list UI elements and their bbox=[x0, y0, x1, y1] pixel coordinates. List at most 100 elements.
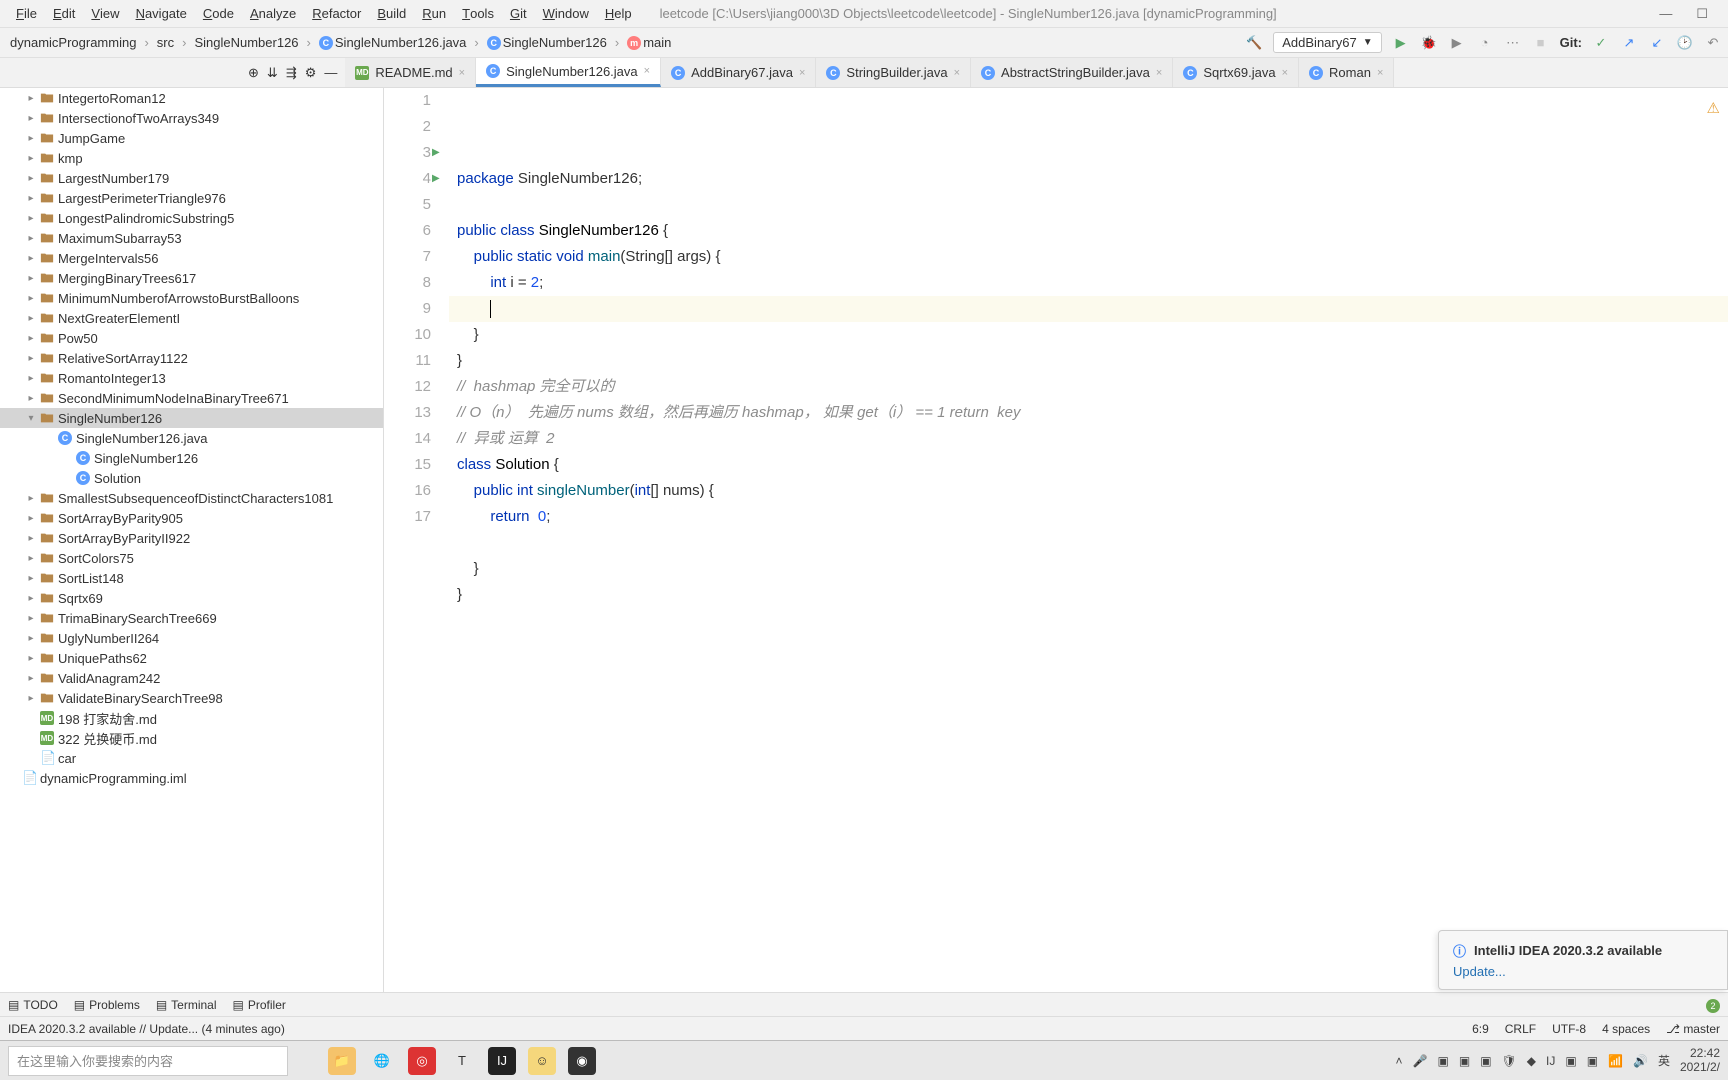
tray-app7-icon[interactable]: ▣ bbox=[1587, 1054, 1598, 1068]
git-push-icon[interactable]: ↗ bbox=[1620, 34, 1638, 52]
tree-item-Pow50[interactable]: ▸Pow50 bbox=[0, 328, 383, 348]
tree-item-car[interactable]: 📄car bbox=[0, 748, 383, 768]
tree-item-SecondMinimumNodeInaBinaryTree671[interactable]: ▸SecondMinimumNodeInaBinaryTree671 bbox=[0, 388, 383, 408]
app-red-icon[interactable]: ◎ bbox=[408, 1047, 436, 1075]
close-icon[interactable]: × bbox=[644, 65, 650, 77]
tree-item-LongestPalindromicSubstring5[interactable]: ▸LongestPalindromicSubstring5 bbox=[0, 208, 383, 228]
hide-icon[interactable]: — bbox=[324, 65, 337, 80]
tree-item-RomantoInteger13[interactable]: ▸RomantoInteger13 bbox=[0, 368, 383, 388]
tree-item-MaximumSubarray53[interactable]: ▸MaximumSubarray53 bbox=[0, 228, 383, 248]
git-history-icon[interactable]: 🕑 bbox=[1676, 34, 1694, 52]
menu-run[interactable]: Run bbox=[414, 6, 454, 21]
code-line-14[interactable]: return 0; bbox=[449, 504, 1728, 530]
tray-app3-icon[interactable]: ▣ bbox=[1480, 1054, 1491, 1068]
code-line-16[interactable]: } bbox=[449, 556, 1728, 582]
tree-item-Sqrtx69[interactable]: ▸Sqrtx69 bbox=[0, 588, 383, 608]
tab-Roman[interactable]: CRoman× bbox=[1299, 58, 1394, 87]
build-icon[interactable]: 🔨 bbox=[1245, 34, 1263, 52]
tree-item-UniquePaths62[interactable]: ▸UniquePaths62 bbox=[0, 648, 383, 668]
tree-item-UglyNumberII264[interactable]: ▸UglyNumberII264 bbox=[0, 628, 383, 648]
tree-item-MergingBinaryTrees617[interactable]: ▸MergingBinaryTrees617 bbox=[0, 268, 383, 288]
tree-item-MergeIntervals56[interactable]: ▸MergeIntervals56 bbox=[0, 248, 383, 268]
line-separator[interactable]: CRLF bbox=[1505, 1022, 1536, 1036]
profile-icon[interactable]: ◔ bbox=[1476, 34, 1494, 52]
tray-app1-icon[interactable]: ▣ bbox=[1438, 1054, 1449, 1068]
code-line-4[interactable]: public static void main(String[] args) { bbox=[449, 244, 1728, 270]
tool-profiler[interactable]: ▤Profiler bbox=[233, 998, 286, 1012]
tab-SingleNumber126.java[interactable]: CSingleNumber126.java× bbox=[476, 58, 661, 87]
tool-terminal[interactable]: ▤Terminal bbox=[156, 998, 217, 1012]
code-line-11[interactable]: // 异或 运算 2 bbox=[449, 426, 1728, 452]
close-icon[interactable]: × bbox=[1156, 67, 1162, 79]
tree-item-IntersectionofTwoArrays349[interactable]: ▸IntersectionofTwoArrays349 bbox=[0, 108, 383, 128]
run-icon[interactable]: ▶ bbox=[1392, 34, 1410, 52]
tree-item-SingleNumber126[interactable]: CSingleNumber126 bbox=[0, 448, 383, 468]
expand-all-icon[interactable]: ⊕ bbox=[248, 65, 259, 81]
menu-edit[interactable]: Edit bbox=[45, 6, 83, 21]
code-line-17[interactable]: } bbox=[449, 582, 1728, 608]
settings-icon[interactable]: ⚙ bbox=[305, 65, 317, 81]
tree-item-IntegertoRoman12[interactable]: ▸IntegertoRoman12 bbox=[0, 88, 383, 108]
menu-analyze[interactable]: Analyze bbox=[242, 6, 304, 21]
tray-app4-icon[interactable]: ◆ bbox=[1527, 1054, 1536, 1068]
code-line-3[interactable]: public class SingleNumber126 { bbox=[449, 218, 1728, 244]
tray-app6-icon[interactable]: ▣ bbox=[1565, 1054, 1576, 1068]
tree-item-322 兑换硬币.md[interactable]: MD322 兑换硬币.md bbox=[0, 728, 383, 748]
menu-build[interactable]: Build bbox=[369, 6, 414, 21]
tree-item-ValidateBinarySearchTree98[interactable]: ▸ValidateBinarySearchTree98 bbox=[0, 688, 383, 708]
crumb-src[interactable]: src bbox=[153, 33, 178, 52]
project-tree[interactable]: ▸IntegertoRoman12▸IntersectionofTwoArray… bbox=[0, 88, 384, 992]
indent-setting[interactable]: 4 spaces bbox=[1602, 1022, 1650, 1036]
code-line-9[interactable]: // hashmap 完全可以的 bbox=[449, 374, 1728, 400]
git-branch[interactable]: ⎇ master bbox=[1666, 1022, 1720, 1036]
code-line-12[interactable]: class Solution { bbox=[449, 452, 1728, 478]
close-icon[interactable]: × bbox=[799, 67, 805, 79]
tree-item-SingleNumber126[interactable]: ▾SingleNumber126 bbox=[0, 408, 383, 428]
tree-item-dynamicProgramming.iml[interactable]: 📄dynamicProgramming.iml bbox=[0, 768, 383, 788]
git-commit-icon[interactable]: ✓ bbox=[1592, 34, 1610, 52]
obs-icon[interactable]: ◉ bbox=[568, 1047, 596, 1075]
run-line-icon[interactable]: ▶ bbox=[432, 166, 440, 192]
minimize-icon[interactable]: — bbox=[1659, 6, 1672, 22]
run-config-selector[interactable]: AddBinary67 ▼ bbox=[1273, 32, 1381, 53]
tray-app5-icon[interactable]: IJ bbox=[1546, 1054, 1555, 1068]
update-link[interactable]: Update... bbox=[1453, 964, 1506, 979]
code-line-8[interactable]: } bbox=[449, 348, 1728, 374]
app-yellow-icon[interactable]: ☺ bbox=[528, 1047, 556, 1075]
menu-refactor[interactable]: Refactor bbox=[304, 6, 369, 21]
stop-icon[interactable]: ■ bbox=[1532, 34, 1550, 52]
collapse-all-icon[interactable]: ⇊ bbox=[267, 65, 278, 81]
tool-problems[interactable]: ▤Problems bbox=[74, 998, 140, 1012]
caret-position[interactable]: 6:9 bbox=[1472, 1022, 1489, 1036]
close-icon[interactable]: × bbox=[1377, 67, 1383, 79]
code-line-15[interactable] bbox=[449, 530, 1728, 556]
maximize-icon[interactable]: ☐ bbox=[1696, 6, 1708, 22]
code-editor[interactable]: 123▶4▶567891011121314151617 ⚠ package Si… bbox=[384, 88, 1728, 992]
editor-code[interactable]: ⚠ package SingleNumber126;public class S… bbox=[449, 88, 1728, 992]
tree-item-RelativeSortArray1122[interactable]: ▸RelativeSortArray1122 bbox=[0, 348, 383, 368]
debug-icon[interactable]: 🐞 bbox=[1420, 34, 1438, 52]
menu-window[interactable]: Window bbox=[535, 6, 597, 21]
menu-tools[interactable]: Tools bbox=[454, 6, 502, 21]
tray-shield-icon[interactable]: 🛡 bbox=[1502, 1054, 1517, 1068]
tree-item-NextGreaterElementI[interactable]: ▸NextGreaterElementI bbox=[0, 308, 383, 328]
tree-item-SortList148[interactable]: ▸SortList148 bbox=[0, 568, 383, 588]
tray-app2-icon[interactable]: ▣ bbox=[1459, 1054, 1470, 1068]
menu-help[interactable]: Help bbox=[597, 6, 640, 21]
chrome-icon[interactable]: 🌐 bbox=[368, 1047, 396, 1075]
tab-README.md[interactable]: MDREADME.md× bbox=[345, 58, 476, 87]
tree-item-LargestPerimeterTriangle976[interactable]: ▸LargestPerimeterTriangle976 bbox=[0, 188, 383, 208]
tray-mic-icon[interactable]: 🎤 bbox=[1413, 1054, 1428, 1068]
run-line-icon[interactable]: ▶ bbox=[432, 140, 440, 166]
menu-view[interactable]: View bbox=[83, 6, 127, 21]
tab-StringBuilder.java[interactable]: CStringBuilder.java× bbox=[816, 58, 971, 87]
tree-item-MinimumNumberofArrowstoBurstBalloons[interactable]: ▸MinimumNumberofArrowstoBurstBalloons bbox=[0, 288, 383, 308]
tree-item-ValidAnagram242[interactable]: ▸ValidAnagram242 bbox=[0, 668, 383, 688]
tree-item-SingleNumber126.java[interactable]: CSingleNumber126.java bbox=[0, 428, 383, 448]
crumb-SingleNumber126[interactable]: SingleNumber126 bbox=[190, 33, 302, 52]
windows-search[interactable]: 在这里输入你要搜索的内容 bbox=[8, 1046, 288, 1076]
warning-icon[interactable]: ⚠ bbox=[1707, 96, 1720, 122]
code-line-10[interactable]: // O（n） 先遍历 nums 数组，然后再遍历 hashmap， 如果 ge… bbox=[449, 400, 1728, 426]
code-line-7[interactable]: } bbox=[449, 322, 1728, 348]
tree-item-Solution[interactable]: CSolution bbox=[0, 468, 383, 488]
